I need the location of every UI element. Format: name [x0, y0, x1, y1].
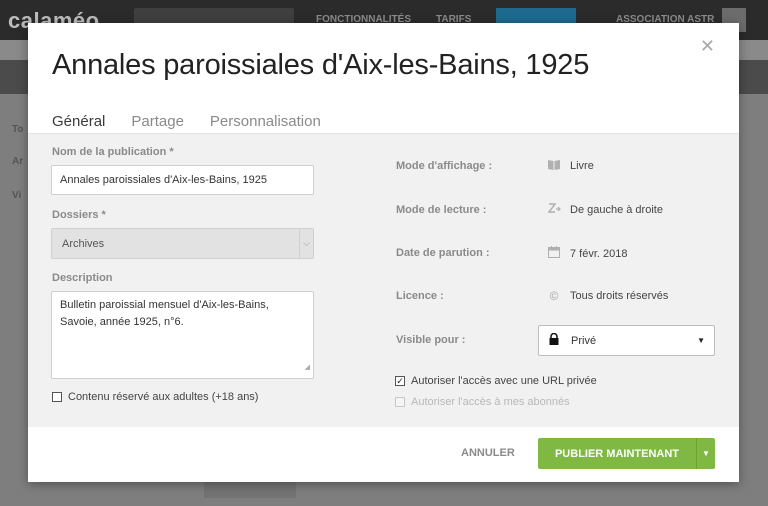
checkbox-box[interactable]	[52, 392, 62, 402]
resize-handle-icon[interactable]: ◢	[305, 359, 310, 376]
modal-title: Annales paroissiales d'Aix-les-Bains, 19…	[52, 49, 590, 81]
checkbox-checked[interactable]: ✓	[395, 376, 405, 386]
private-url-label: Autoriser l'accès avec une URL privée	[411, 375, 597, 387]
publication-settings-modal: ✕ Annales paroissiales d'Aix-les-Bains, …	[28, 23, 739, 482]
chevron-down-icon: ⌵	[299, 229, 313, 258]
reading-mode-value: De gauche à droite	[546, 203, 663, 217]
publication-name-label: Nom de la publication *	[52, 146, 174, 158]
publication-name-input[interactable]: Annales paroissiales d'Aix-les-Bains, 19…	[51, 165, 314, 195]
cancel-button[interactable]: ANNULER	[461, 447, 515, 459]
dropdown-arrow-icon[interactable]: ▼	[696, 438, 715, 469]
book-icon	[546, 159, 562, 173]
publish-now-label: PUBLIER MAINTENANT	[554, 447, 680, 460]
visibility-selected-value: Privé	[571, 334, 597, 347]
publish-date-label: Date de parution :	[396, 247, 490, 259]
private-url-checkbox[interactable]: ✓ Autoriser l'accès avec une URL privée	[395, 375, 597, 387]
subscribers-access-label: Autoriser l'accès à mes abonnés	[411, 396, 570, 408]
background-bottom-button	[204, 482, 296, 498]
display-mode-value: Livre	[546, 159, 594, 173]
subscribers-access-checkbox: Autoriser l'accès à mes abonnés	[395, 396, 570, 408]
adult-content-checkbox[interactable]: Contenu réservé aux adultes (+18 ans)	[52, 391, 258, 403]
publish-date-value[interactable]: 7 févr. 2018	[546, 246, 628, 261]
license-value[interactable]: © Tous droits réservés	[546, 289, 669, 303]
visibility-select[interactable]: Privé ▼	[538, 325, 715, 356]
lock-icon	[549, 332, 563, 348]
license-label: Licence :	[396, 290, 444, 302]
reading-mode-label: Mode de lecture :	[396, 204, 487, 216]
folders-selected-value: Archives	[62, 237, 105, 250]
publish-now-button[interactable]: PUBLIER MAINTENANT ▼	[538, 438, 715, 469]
visible-for-label: Visible pour :	[396, 334, 466, 346]
checkbox-box	[395, 397, 405, 407]
caret-down-icon: ▼	[697, 336, 705, 345]
copyright-icon: ©	[549, 289, 559, 303]
folders-select[interactable]: Archives ⌵	[51, 228, 314, 259]
background-side-item: Vi	[12, 190, 22, 201]
reading-direction-icon	[546, 203, 562, 217]
adult-content-label: Contenu réservé aux adultes (+18 ans)	[68, 391, 259, 403]
close-icon[interactable]: ✕	[700, 37, 715, 55]
calendar-icon	[546, 246, 562, 261]
description-label: Description	[52, 272, 113, 284]
description-text: Bulletin paroissial mensuel d'Aix-les-Ba…	[60, 299, 269, 328]
background-side-item: To	[12, 124, 24, 135]
folders-label: Dossiers *	[52, 209, 106, 221]
background-side-item: Ar	[12, 156, 24, 167]
display-mode-label: Mode d'affichage :	[396, 160, 493, 172]
description-textarea[interactable]: Bulletin paroissial mensuel d'Aix-les-Ba…	[51, 291, 314, 379]
